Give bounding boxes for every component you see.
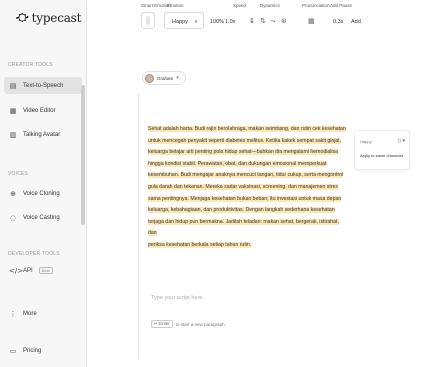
script-line[interactable]: Sehat adalah harta. Budi rajin berolahra…	[148, 126, 346, 132]
apply-same-character-button[interactable]: Apply to same character	[360, 153, 403, 158]
enter-hint: ↵ Enter to start a new paragraph	[151, 320, 225, 328]
casting-icon: ◌	[9, 213, 17, 222]
video-icon: ▦	[9, 106, 17, 115]
clone-icon: ⊕	[10, 189, 16, 198]
sidebar-item-label: Pricing	[23, 347, 42, 354]
script-line[interactable]: keluarga belajar arti penting pola hidup…	[148, 149, 339, 156]
speed-value[interactable]: 1.0x	[225, 19, 235, 25]
intonation-icon[interactable]: ↨	[249, 17, 255, 25]
add-pause-button[interactable]: Add	[351, 19, 361, 25]
sidebar: ⛮ typecast CREATOR TOOLS ▤ Text-to-Speec…	[0, 0, 87, 367]
dynamics-label: Dynamics	[260, 3, 280, 8]
enter-key-label: Enter	[159, 321, 170, 326]
emotion-intensity[interactable]: 100%	[210, 19, 224, 25]
sidebar-item-label: Voice Cloning	[23, 190, 60, 197]
script-line[interactable]: keluarga, kebahagiaan, dan produktivitas…	[148, 207, 335, 214]
sidebar-item-label: Video Editor	[23, 107, 56, 114]
settings-icon[interactable]: ⊛	[281, 17, 287, 25]
sidebar-item-label: Text-to-Speech	[23, 82, 64, 89]
speed-label: Speed	[233, 3, 247, 8]
sidebar-item-voice-cloning[interactable]: ⊕ Voice Cloning	[4, 185, 82, 202]
section-label-voices: VOICES	[8, 171, 29, 177]
tone-icon[interactable]: ⤳	[270, 17, 276, 26]
section-label-creator: CREATOR TOOLS	[8, 62, 53, 68]
sidebar-item-voice-casting[interactable]: ◌ Voice Casting	[4, 209, 82, 226]
script-line[interactable]: kesembuhan. Budi mengajar anaknya mencuc…	[148, 172, 344, 179]
sidebar-scrollbar[interactable]	[81, 85, 85, 225]
sidebar-item-label: API	[23, 267, 33, 274]
script-line[interactable]: terjaga dan hidup pun bermakna. Jadilah …	[148, 218, 339, 237]
hint-text: to start a new paragraph	[175, 321, 225, 327]
emotion-value-text: Happy	[172, 19, 188, 25]
sidebar-item-video-editor[interactable]: ▦ Video Editor	[4, 102, 82, 119]
script-line[interactable]: hingga kondisi stabil. Perawatan, obat, …	[148, 160, 327, 167]
section-label-developer: DEVELOPER TOOLS	[8, 251, 60, 257]
paragraph-settings-card: Happy ▯ ▾ Apply to same character	[354, 130, 410, 170]
card-menu-icon[interactable]: ▯ ▾	[398, 138, 405, 144]
toggle-knob	[146, 16, 150, 25]
avatar	[145, 73, 154, 83]
logo[interactable]: ⛮ typecast	[16, 10, 81, 25]
sidebar-item-more[interactable]: ⋮ More	[4, 305, 82, 322]
card-emotion-label: Happy	[360, 138, 372, 144]
sidebar-item-text-to-speech[interactable]: ▤ Text-to-Speech	[4, 77, 82, 94]
sidebar-item-label: Talking Avatar	[23, 131, 61, 138]
new-paragraph-input[interactable]: Type your script here.	[151, 295, 204, 301]
speaker-selector[interactable]: Graham ▾	[142, 71, 186, 85]
logo-text: typecast	[31, 10, 82, 25]
script-line[interactable]: sama pentingnya. Menjaga kesehatan bukan…	[148, 195, 342, 202]
pitch-icon[interactable]: ⇅	[260, 17, 266, 25]
more-icon: ⋮	[9, 309, 17, 318]
sidebar-item-pricing[interactable]: ▭ Pricing	[4, 342, 82, 359]
add-pause-label: Add Pause	[330, 3, 353, 8]
enter-key-icon: ↵ Enter	[151, 320, 173, 328]
sidebar-item-label: Voice Casting	[23, 214, 60, 221]
typecast-logo-icon: ⛮	[16, 10, 29, 24]
script-line[interactable]: gula darah dan tekanan. Mereka sadar vak…	[148, 183, 339, 190]
script-paragraph[interactable]: Sehat adalah harta. Budi rajin berolahra…	[148, 124, 346, 252]
chevron-down-icon: ▾	[176, 75, 179, 81]
pricing-icon: ▭	[9, 346, 17, 355]
sidebar-item-api[interactable]: </> API Beta	[4, 262, 82, 279]
emotion-label: Emotion	[167, 3, 184, 8]
pause-value[interactable]: 0.3s	[333, 19, 343, 25]
paragraph-guide	[138, 94, 139, 359]
speaker-name: Graham	[157, 75, 174, 81]
smart-emotion-toggle[interactable]	[141, 12, 155, 29]
chevron-down-icon: ▾	[194, 19, 198, 25]
script-line[interactable]: periksa kesehatan berkala setiap tahun r…	[148, 241, 252, 248]
script-line[interactable]: untuk mencegah penyakit seperti diabetes…	[148, 137, 341, 144]
tts-icon: ▤	[9, 81, 17, 90]
api-icon: </>	[9, 266, 24, 275]
beta-badge: Beta	[38, 267, 53, 274]
sidebar-item-talking-avatar[interactable]: ▥ Talking Avatar	[4, 126, 82, 143]
avatar-icon: ▥	[9, 130, 17, 139]
sidebar-item-label: More	[23, 310, 37, 317]
pronunciation-icon[interactable]: ▦	[308, 17, 315, 25]
emotion-value: Happy ▾	[172, 19, 197, 25]
pronunciation-label: Pronunciation	[302, 3, 330, 8]
